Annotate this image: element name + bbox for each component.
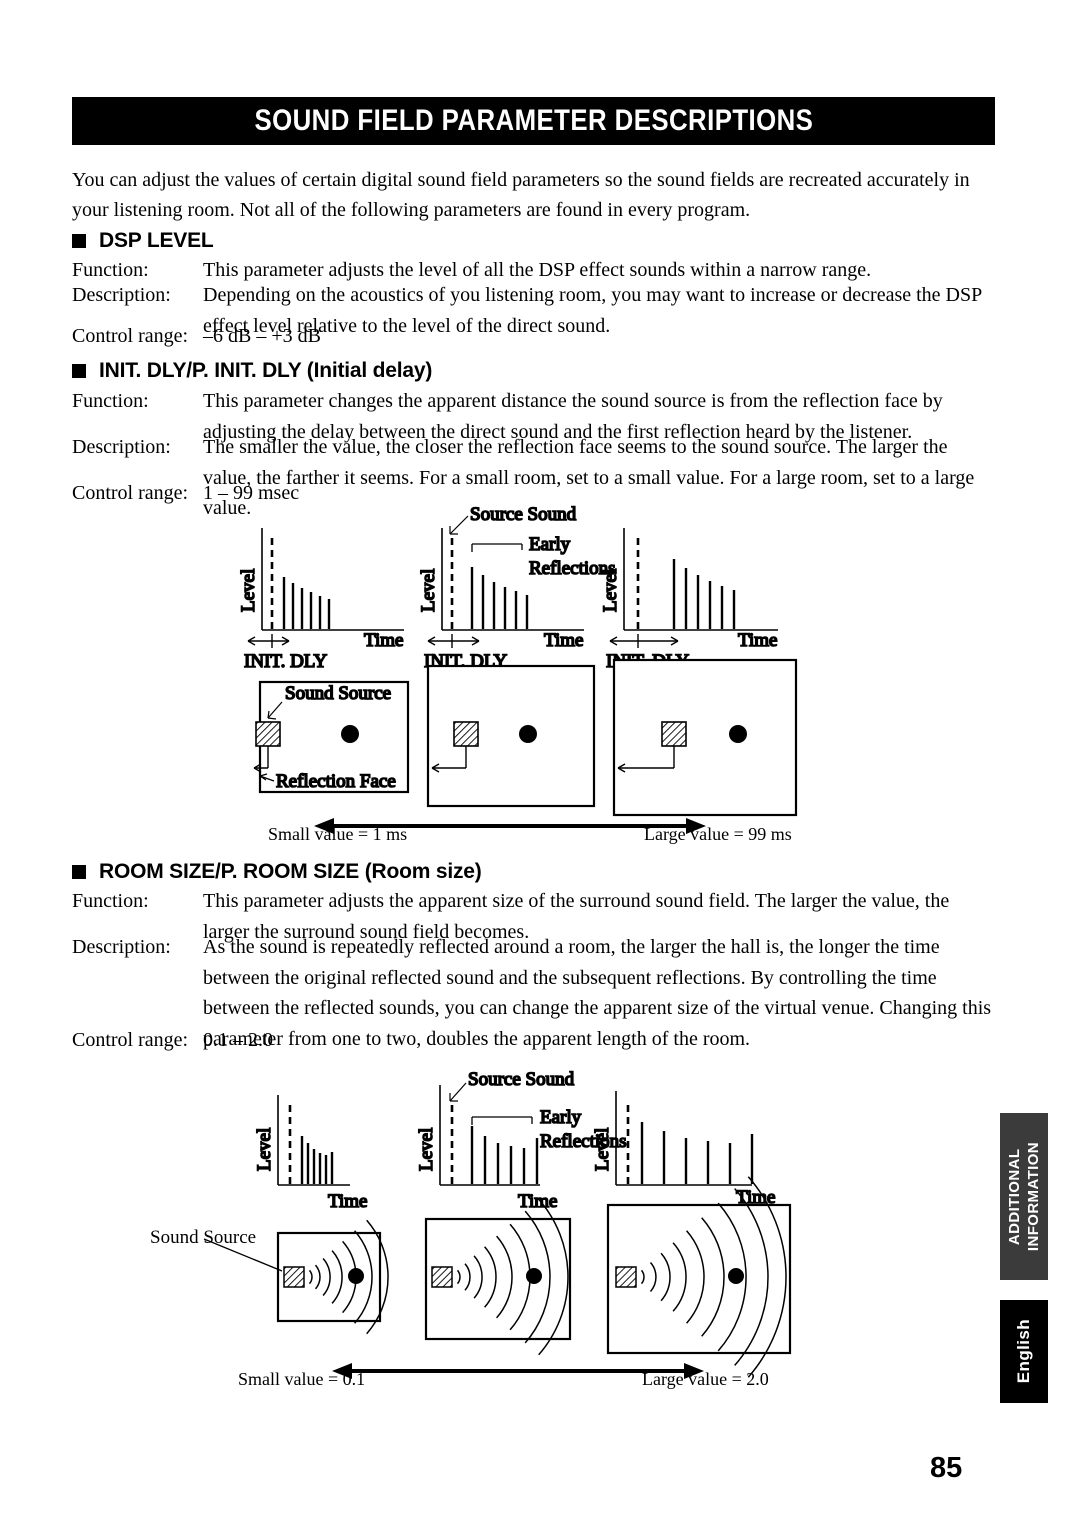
- room-size-graph-3: [615, 1091, 754, 1186]
- dsp-level-control-range-row: Control range: –6 dB – +3 dB: [72, 321, 998, 352]
- room-size-large-value-label: Large value = 2.0: [642, 1369, 769, 1389]
- row-value: 0.1 – 2.0: [203, 1029, 273, 1051]
- graph1-time-axis-label: Time: [364, 630, 403, 651]
- graph1-level-axis-label: Level: [238, 569, 259, 612]
- row-label: Control range:: [72, 1029, 189, 1051]
- rs-graph3-level-axis-label: Level: [592, 1128, 613, 1171]
- init-dly-room-3: [612, 658, 798, 817]
- rs-source-sound-label: Source Sound: [468, 1069, 575, 1090]
- rs-graph2-level-axis-label: Level: [416, 1128, 437, 1171]
- section-heading-label: DSP LEVEL: [99, 229, 214, 252]
- graph3-level-axis-label: Level: [600, 569, 621, 612]
- row-value: –6 dB – +3 dB: [203, 325, 321, 347]
- page-banner: SOUND FIELD PARAMETER DESCRIPTIONS: [72, 97, 995, 145]
- rs-graph2-time-axis-label: Time: [518, 1191, 557, 1212]
- section-heading-label: INIT. DLY/P. INIT. DLY (Initial delay): [99, 359, 433, 382]
- rs-early-reflections-line1: Early: [540, 1107, 582, 1128]
- manual-page: SOUND FIELD PARAMETER DESCRIPTIONS You c…: [0, 0, 1080, 1526]
- rs-early-reflections-line2: Reflections: [540, 1131, 627, 1152]
- room-size-control-range-row: Control range: 0.1 – 2.0: [72, 1025, 998, 1056]
- early-reflections-label-line1: Early: [529, 534, 571, 555]
- square-bullet-icon: [72, 234, 86, 248]
- side-tab-english[interactable]: English: [1000, 1300, 1048, 1403]
- page-number: 85: [930, 1452, 963, 1484]
- side-tab-line2: INFORMATION: [1025, 1141, 1042, 1252]
- room-size-room-3: [606, 1176, 792, 1378]
- room-size-graph-1: [277, 1095, 350, 1186]
- side-tab-english-label: English: [1014, 1319, 1033, 1384]
- section-heading-dsp-level: DSP LEVEL: [72, 229, 214, 253]
- side-tab-additional-information[interactable]: ADDITIONAL INFORMATION: [1000, 1113, 1048, 1280]
- row-label: Control range:: [72, 482, 189, 504]
- sound-source-label: Sound Source: [285, 683, 391, 704]
- graph1-init-dly-label: INIT. DLY: [244, 651, 327, 672]
- rs-graph1-time-axis-label: Time: [328, 1191, 367, 1212]
- graph2-time-axis-label: Time: [544, 630, 583, 651]
- source-sound-label: Source Sound: [470, 504, 577, 525]
- graph2-level-axis-label: Level: [418, 569, 439, 612]
- init-dly-small-value-label: Small value = 1 ms: [268, 824, 407, 844]
- rs-sound-source-label: Sound Source: [150, 1227, 256, 1248]
- square-bullet-icon: [72, 364, 86, 378]
- room-size-room-2: [424, 1198, 572, 1356]
- figure-room-size: Level Time Level Time Source Sound Early…: [150, 1063, 820, 1403]
- figure-init-dly: Level Time INIT. DLY Level Time INIT. DL…: [232, 500, 812, 845]
- room-size-graph-2: [439, 1082, 540, 1186]
- graph3-time-axis-label: Time: [738, 630, 777, 651]
- rs-graph1-level-axis-label: Level: [254, 1128, 275, 1171]
- section-heading-room-size: ROOM SIZE/P. ROOM SIZE (Room size): [72, 860, 482, 884]
- reflection-face-label: Reflection Face: [276, 771, 396, 792]
- init-dly-large-value-label: Large value = 99 ms: [644, 824, 792, 844]
- square-bullet-icon: [72, 865, 86, 879]
- intro-paragraph: You can adjust the values of certain dig…: [72, 169, 970, 222]
- page-title: SOUND FIELD PARAMETER DESCRIPTIONS: [254, 104, 813, 137]
- row-label: Control range:: [72, 325, 189, 347]
- init-dly-room-2: [426, 664, 596, 808]
- section-heading-label: ROOM SIZE/P. ROOM SIZE (Room size): [99, 860, 482, 883]
- section-heading-init-dly: INIT. DLY/P. INIT. DLY (Initial delay): [72, 359, 432, 383]
- room-size-small-value-label: Small value = 0.1: [238, 1369, 365, 1389]
- side-tab-line1: ADDITIONAL: [1005, 1148, 1023, 1245]
